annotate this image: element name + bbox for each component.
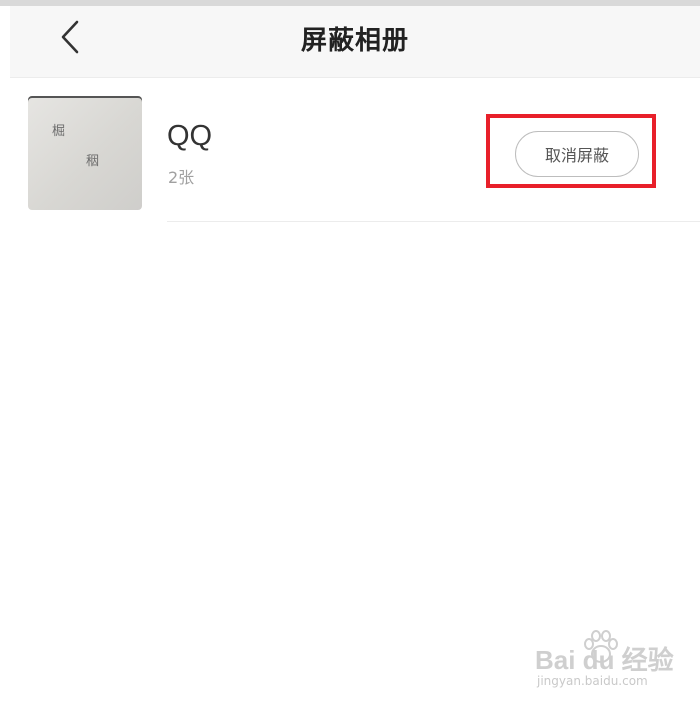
thumbnail-scribble: 秵	[86, 154, 100, 169]
album-name: QQ	[167, 120, 213, 152]
baidu-jingyan-watermark: Bai du 经验 jingyan.baidu.com	[535, 630, 685, 690]
nav-header: 屏蔽相册	[10, 6, 700, 78]
album-thumbnail: 㭾 秵	[28, 96, 142, 210]
unblock-button[interactable]: 取消屏蔽	[515, 131, 639, 177]
page-title: 屏蔽相册	[300, 26, 409, 56]
album-photo-count: 2张	[168, 168, 195, 187]
row-divider	[167, 221, 700, 222]
watermark-main-text: Bai du 经验	[535, 645, 674, 675]
thumbnail-scribble: 㭾	[52, 124, 66, 139]
blocked-albums-screen: 屏蔽相册 㭾 秵 QQ 2张 取消屏蔽 Bai du 经验 jingyan.ba…	[0, 0, 700, 704]
watermark-url: jingyan.baidu.com	[537, 674, 648, 688]
